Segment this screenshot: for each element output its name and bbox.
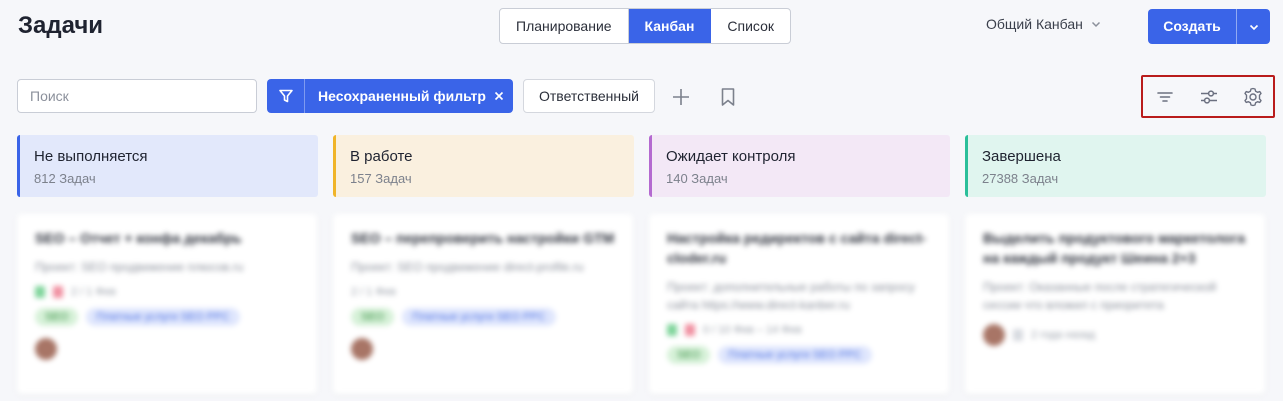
filter-label[interactable]: Несохраненный фильтр	[318, 88, 486, 104]
tag: Платные услуги SEO PPC	[718, 346, 872, 364]
card-tags: SEO Платные услуги SEO PPC	[35, 308, 299, 326]
column-header-awaiting-review[interactable]: Ожидает контроля 140 Задач	[649, 135, 950, 197]
close-icon	[494, 91, 504, 101]
status-icon	[35, 286, 45, 298]
header: Задачи Планирование Канбан Список Общий …	[0, 0, 1283, 56]
card-title: SEO – Отчет + конфа декабрь	[35, 230, 242, 246]
card-meta: 2 / 1 Фев	[351, 286, 615, 298]
priority-icon	[685, 324, 695, 336]
chevron-down-icon	[1091, 21, 1100, 28]
tab-kanban[interactable]: Канбан	[628, 9, 712, 43]
checklist-icon	[1013, 329, 1023, 341]
bookmark-icon[interactable]	[718, 86, 738, 108]
card-tags: SEO Платные услуги SEO PPC	[667, 346, 931, 364]
task-card[interactable]: Выделить продуктового маркетолога на каж…	[965, 214, 1265, 394]
tag: SEO	[351, 308, 395, 326]
card-project: Проект: дополнительные работы по запросу…	[667, 280, 915, 312]
view-switch: Планирование Канбан Список	[499, 8, 791, 44]
column-header-not-started[interactable]: Не выполняется 812 Задач	[17, 135, 318, 197]
card-meta: 0 / 10 Фев – 14 Фев	[667, 324, 931, 336]
card-title: Настройка редиректов с сайта direct-clod…	[667, 230, 927, 266]
filter-toggle-button[interactable]	[267, 79, 305, 113]
tag: Платные услуги SEO PPC	[86, 308, 240, 326]
card-title: Выделить продуктового маркетолога на каж…	[983, 230, 1245, 266]
card-tags: SEO Платные услуги SEO PPC	[351, 308, 615, 326]
column-name: В работе	[350, 148, 413, 165]
priority-icon	[53, 286, 63, 298]
assignee-filter-button[interactable]: Ответственный	[523, 79, 655, 113]
avatar	[983, 324, 1005, 346]
filter-chip: Несохраненный фильтр	[267, 79, 513, 113]
column-count: 27388 Задач	[982, 171, 1059, 186]
avatar	[35, 338, 57, 360]
board-selector-label: Общий Канбан	[986, 16, 1083, 32]
create-button-group: Создать	[1148, 9, 1270, 44]
column-header-in-progress[interactable]: В работе 157 Задач	[333, 135, 634, 197]
card-meta-text: 2 / 1 Фев	[351, 286, 396, 298]
column-count: 157 Задач	[350, 171, 412, 186]
column-count: 812 Задач	[34, 171, 96, 186]
search-input[interactable]	[17, 79, 257, 113]
add-filter-plus-icon[interactable]	[670, 86, 692, 108]
status-icon	[667, 324, 677, 336]
column-count: 140 Задач	[666, 171, 728, 186]
clear-filter-button[interactable]	[494, 91, 504, 101]
sort-lines-icon[interactable]	[1154, 86, 1176, 108]
column-name: Не выполняется	[34, 148, 148, 165]
avatar	[351, 338, 373, 360]
funnel-icon	[278, 89, 293, 103]
card-title: SEO – перепроверить настройки GTM	[351, 230, 615, 246]
card-meta: 2 / 1 Фев	[35, 286, 299, 298]
card-meta-text: 2 / 1 Фев	[71, 286, 116, 298]
card-meta: 2 года назад	[983, 324, 1247, 346]
board-selector[interactable]: Общий Канбан	[986, 16, 1101, 32]
column-name: Завершена	[982, 148, 1061, 165]
task-card[interactable]: Настройка редиректов с сайта direct-clod…	[649, 214, 949, 394]
task-card[interactable]: SEO – Отчет + конфа декабрь Проект: SEO …	[17, 214, 317, 394]
card-meta-text: 0 / 10 Фев – 14 Фев	[703, 324, 802, 336]
create-button[interactable]: Создать	[1148, 9, 1236, 44]
chevron-down-icon	[1249, 24, 1258, 30]
column-name: Ожидает контроля	[666, 148, 796, 165]
card-project: Проект: SEO продвижение direct-profile.r…	[351, 260, 584, 274]
sliders-icon[interactable]	[1198, 86, 1220, 108]
tab-planning[interactable]: Планирование	[500, 9, 629, 43]
task-card[interactable]: SEO – перепроверить настройки GTM Проект…	[333, 214, 633, 394]
card-project: Проект: Оказанные после стратегической с…	[983, 280, 1217, 312]
tab-list[interactable]: Список	[711, 9, 790, 43]
column-header-completed[interactable]: Завершена 27388 Задач	[965, 135, 1266, 197]
card-project: Проект: SEO продвижение плюсов.ru	[35, 260, 244, 274]
tag: SEO	[35, 308, 79, 326]
page-title: Задачи	[18, 12, 104, 39]
card-meta-text: 2 года назад	[1031, 329, 1096, 341]
tag: Платные услуги SEO PPC	[402, 308, 556, 326]
gear-icon[interactable]	[1242, 86, 1264, 108]
tag: SEO	[667, 346, 711, 364]
create-dropdown-button[interactable]	[1236, 9, 1270, 44]
